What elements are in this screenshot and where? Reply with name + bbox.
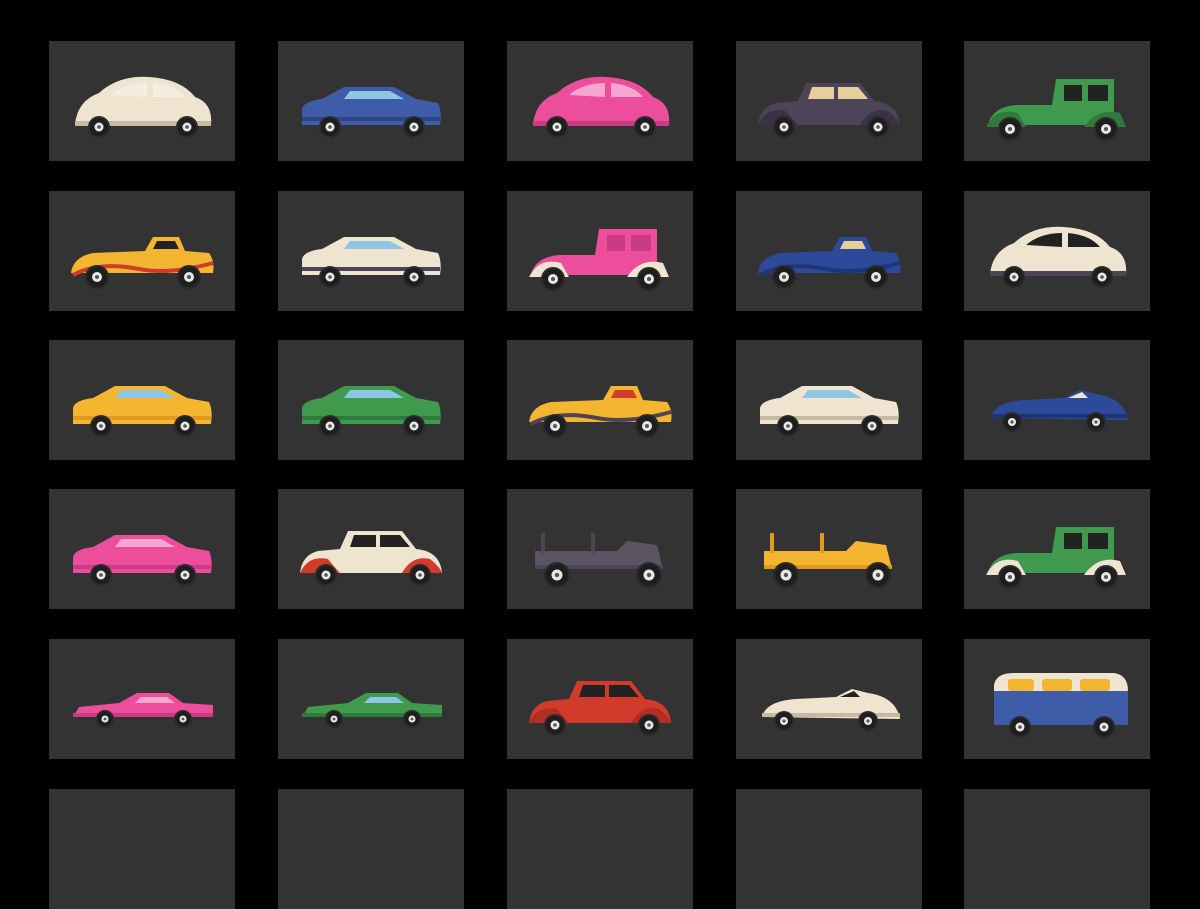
car-tile bbox=[507, 489, 693, 609]
car-tile bbox=[49, 41, 235, 161]
car-tile bbox=[278, 340, 464, 460]
car-tile bbox=[964, 41, 1150, 161]
car-tile bbox=[49, 340, 235, 460]
car-tile-row6-1-icon bbox=[49, 789, 235, 909]
roadster-yellow-purple-icon bbox=[529, 386, 672, 438]
car-tile bbox=[278, 41, 464, 161]
streamliner-cream-purple-icon bbox=[990, 226, 1127, 288]
muscle-car-blue-icon bbox=[302, 87, 441, 138]
vintage-car-green-cream-icon bbox=[986, 527, 1126, 589]
beetle-car-cream-icon bbox=[75, 76, 212, 138]
vintage-limousine-green-icon bbox=[986, 79, 1126, 141]
car-tile bbox=[49, 191, 235, 311]
muscle-car-green-icon bbox=[302, 386, 441, 437]
muscle-car-yellow-icon bbox=[73, 386, 212, 437]
lowrider-green-icon bbox=[302, 693, 442, 728]
car-tile-row6-4-icon bbox=[736, 789, 922, 909]
car-tile bbox=[736, 489, 922, 609]
car-tile-row6-3-icon bbox=[507, 789, 693, 909]
car-tile-row6-2-icon bbox=[278, 789, 464, 909]
race-car-cream-icon bbox=[762, 689, 900, 731]
car-tile bbox=[507, 41, 693, 161]
gt-car-pink-icon bbox=[73, 535, 212, 586]
car-tile bbox=[278, 191, 464, 311]
car-tile bbox=[736, 639, 922, 759]
van-blue-icon bbox=[994, 673, 1128, 738]
car-tile bbox=[736, 789, 922, 909]
beetle-car-pink-icon bbox=[533, 76, 670, 138]
car-tile bbox=[964, 789, 1150, 909]
race-car-blue-icon bbox=[990, 390, 1128, 432]
classic-sedan-purple-icon bbox=[758, 83, 900, 138]
car-tile bbox=[736, 340, 922, 460]
car-tile bbox=[278, 789, 464, 909]
car-tile bbox=[278, 639, 464, 759]
car-tile bbox=[507, 789, 693, 909]
coupe-cream-purple-icon bbox=[302, 237, 441, 288]
car-tile bbox=[964, 489, 1150, 609]
classic-coupe-cream-red-icon bbox=[300, 531, 442, 586]
antique-car-purple-icon bbox=[535, 533, 663, 588]
sports-car-cream-icon bbox=[760, 386, 899, 437]
antique-car-yellow-icon bbox=[764, 533, 892, 588]
car-tile bbox=[964, 639, 1150, 759]
car-tile bbox=[964, 340, 1150, 460]
car-tile bbox=[278, 489, 464, 609]
car-tile bbox=[736, 191, 922, 311]
car-tile bbox=[507, 639, 693, 759]
car-tile bbox=[49, 489, 235, 609]
car-tile bbox=[736, 41, 922, 161]
roadster-yellow-red-icon bbox=[71, 237, 214, 289]
car-tile bbox=[49, 639, 235, 759]
car-tile bbox=[964, 191, 1150, 311]
vintage-truck-pink-icon bbox=[529, 229, 669, 291]
cadillac-pink-icon bbox=[73, 693, 213, 728]
car-tile-row6-5-icon bbox=[964, 789, 1150, 909]
sports-roadster-blue-icon bbox=[758, 237, 901, 289]
car-tile bbox=[507, 340, 693, 460]
car-tile bbox=[49, 789, 235, 909]
car-tile bbox=[507, 191, 693, 311]
sedan-red-icon bbox=[529, 681, 671, 736]
